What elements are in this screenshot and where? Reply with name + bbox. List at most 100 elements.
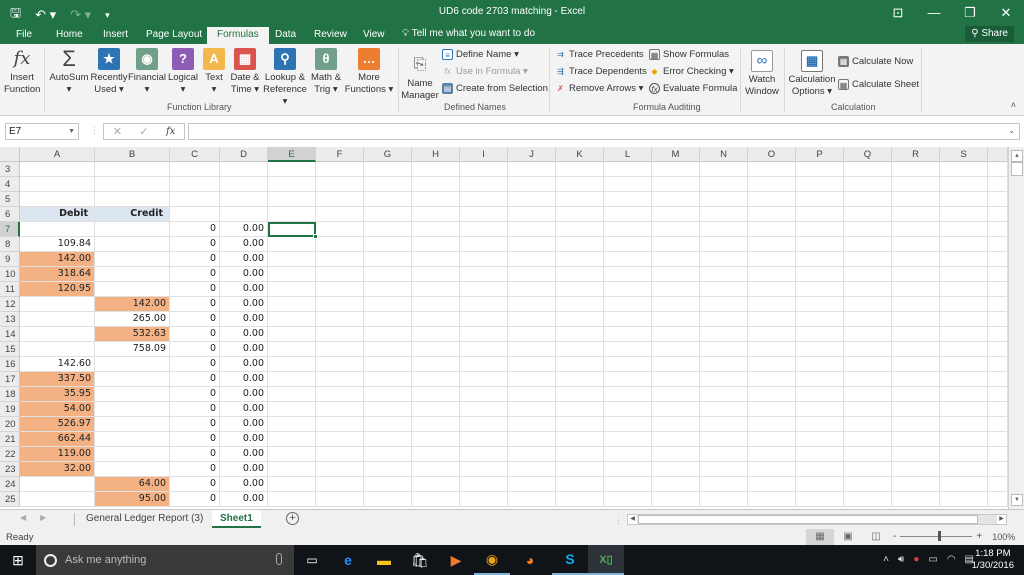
cell-f6[interactable] bbox=[316, 207, 364, 222]
column-header-g[interactable]: G bbox=[364, 147, 412, 162]
cell-a24[interactable] bbox=[20, 477, 95, 492]
edge-icon[interactable]: e bbox=[330, 545, 366, 575]
cell-p12[interactable] bbox=[796, 297, 844, 312]
cell-c25[interactable]: 0 bbox=[170, 492, 220, 507]
cell-g8[interactable] bbox=[364, 237, 412, 252]
column-header-b[interactable]: B bbox=[95, 147, 170, 162]
cell-a18[interactable]: 35.95 bbox=[20, 387, 95, 402]
cell-n7[interactable] bbox=[700, 222, 748, 237]
cell-c3[interactable] bbox=[170, 162, 220, 177]
cell-i15[interactable] bbox=[460, 342, 508, 357]
cell-r7[interactable] bbox=[892, 222, 940, 237]
firefox-icon[interactable]: ◕ bbox=[512, 545, 548, 575]
cell-h25[interactable] bbox=[412, 492, 460, 507]
battery-icon[interactable]: ▭ bbox=[928, 554, 937, 565]
tab-insert[interactable]: Insert bbox=[97, 27, 134, 44]
cell-i13[interactable] bbox=[460, 312, 508, 327]
zoom-in-button[interactable]: + bbox=[976, 531, 982, 542]
cell-q16[interactable] bbox=[844, 357, 892, 372]
tab-page-layout[interactable]: Page Layout bbox=[140, 27, 208, 44]
cell-q17[interactable] bbox=[844, 372, 892, 387]
date-time-button[interactable]: ▦ Date & Time ▾ bbox=[228, 48, 262, 96]
cell-b24[interactable]: 64.00 bbox=[95, 477, 170, 492]
cell-l22[interactable] bbox=[604, 447, 652, 462]
cell-f8[interactable] bbox=[316, 237, 364, 252]
cell-e19[interactable] bbox=[268, 402, 316, 417]
cell-b20[interactable] bbox=[95, 417, 170, 432]
cell-o19[interactable] bbox=[748, 402, 796, 417]
financial-button[interactable]: ◉ Financial ▾ bbox=[128, 48, 166, 96]
cell-n6[interactable] bbox=[700, 207, 748, 222]
cell-k19[interactable] bbox=[556, 402, 604, 417]
name-box[interactable]: E7 ▼ bbox=[5, 123, 79, 140]
cell-f23[interactable] bbox=[316, 462, 364, 477]
cell-b18[interactable] bbox=[95, 387, 170, 402]
row-header-15[interactable]: 15 bbox=[0, 342, 20, 357]
cell-p8[interactable] bbox=[796, 237, 844, 252]
cell-c19[interactable]: 0 bbox=[170, 402, 220, 417]
cell-h15[interactable] bbox=[412, 342, 460, 357]
row-header-3[interactable]: 3 bbox=[0, 162, 20, 177]
cell-j24[interactable] bbox=[508, 477, 556, 492]
cell-o13[interactable] bbox=[748, 312, 796, 327]
recently-used-button[interactable]: ★ Recently Used ▾ bbox=[90, 48, 128, 96]
cell-r12[interactable] bbox=[892, 297, 940, 312]
cell-n19[interactable] bbox=[700, 402, 748, 417]
cell-g25[interactable] bbox=[364, 492, 412, 507]
column-header-m[interactable]: M bbox=[652, 147, 700, 162]
row-header-20[interactable]: 20 bbox=[0, 417, 20, 432]
cell-s8[interactable] bbox=[940, 237, 988, 252]
cell-h23[interactable] bbox=[412, 462, 460, 477]
column-header-j[interactable]: J bbox=[508, 147, 556, 162]
cell-e14[interactable] bbox=[268, 327, 316, 342]
cell-i9[interactable] bbox=[460, 252, 508, 267]
row-header-13[interactable]: 13 bbox=[0, 312, 20, 327]
cell-j21[interactable] bbox=[508, 432, 556, 447]
cell-m10[interactable] bbox=[652, 267, 700, 282]
cell-p7[interactable] bbox=[796, 222, 844, 237]
cell-f7[interactable] bbox=[316, 222, 364, 237]
cell-k13[interactable] bbox=[556, 312, 604, 327]
cell-g14[interactable] bbox=[364, 327, 412, 342]
cell-r13[interactable] bbox=[892, 312, 940, 327]
cell-n10[interactable] bbox=[700, 267, 748, 282]
skype-icon[interactable]: S bbox=[552, 545, 588, 575]
row-header-6[interactable]: 6 bbox=[0, 207, 20, 222]
cell-o21[interactable] bbox=[748, 432, 796, 447]
cell-m13[interactable] bbox=[652, 312, 700, 327]
cell-l3[interactable] bbox=[604, 162, 652, 177]
cell-m19[interactable] bbox=[652, 402, 700, 417]
cell-l13[interactable] bbox=[604, 312, 652, 327]
cell-h3[interactable] bbox=[412, 162, 460, 177]
cell-r10[interactable] bbox=[892, 267, 940, 282]
cell-c15[interactable]: 0 bbox=[170, 342, 220, 357]
microphone-icon[interactable] bbox=[276, 553, 282, 565]
cell-g7[interactable] bbox=[364, 222, 412, 237]
cell-m14[interactable] bbox=[652, 327, 700, 342]
cell-g23[interactable] bbox=[364, 462, 412, 477]
cell-f14[interactable] bbox=[316, 327, 364, 342]
cell-h4[interactable] bbox=[412, 177, 460, 192]
name-manager-button[interactable]: ⎘ Name Manager bbox=[400, 54, 440, 102]
cell-f21[interactable] bbox=[316, 432, 364, 447]
cell-i19[interactable] bbox=[460, 402, 508, 417]
cell-o7[interactable] bbox=[748, 222, 796, 237]
row-header-23[interactable]: 23 bbox=[0, 462, 20, 477]
cell-g18[interactable] bbox=[364, 387, 412, 402]
row-header-11[interactable]: 11 bbox=[0, 282, 20, 297]
row-header-8[interactable]: 8 bbox=[0, 237, 20, 252]
cell-e17[interactable] bbox=[268, 372, 316, 387]
cell-o25[interactable] bbox=[748, 492, 796, 507]
cell-d7[interactable]: 0.00 bbox=[220, 222, 268, 237]
cell-i18[interactable] bbox=[460, 387, 508, 402]
cell-l11[interactable] bbox=[604, 282, 652, 297]
cell-r3[interactable] bbox=[892, 162, 940, 177]
cell-j18[interactable] bbox=[508, 387, 556, 402]
sheet-tab-sheet1[interactable]: Sheet1 bbox=[212, 510, 261, 528]
cell-m7[interactable] bbox=[652, 222, 700, 237]
cell-c23[interactable]: 0 bbox=[170, 462, 220, 477]
cell-n8[interactable] bbox=[700, 237, 748, 252]
cell-m5[interactable] bbox=[652, 192, 700, 207]
cell-n5[interactable] bbox=[700, 192, 748, 207]
cell-d6[interactable] bbox=[220, 207, 268, 222]
